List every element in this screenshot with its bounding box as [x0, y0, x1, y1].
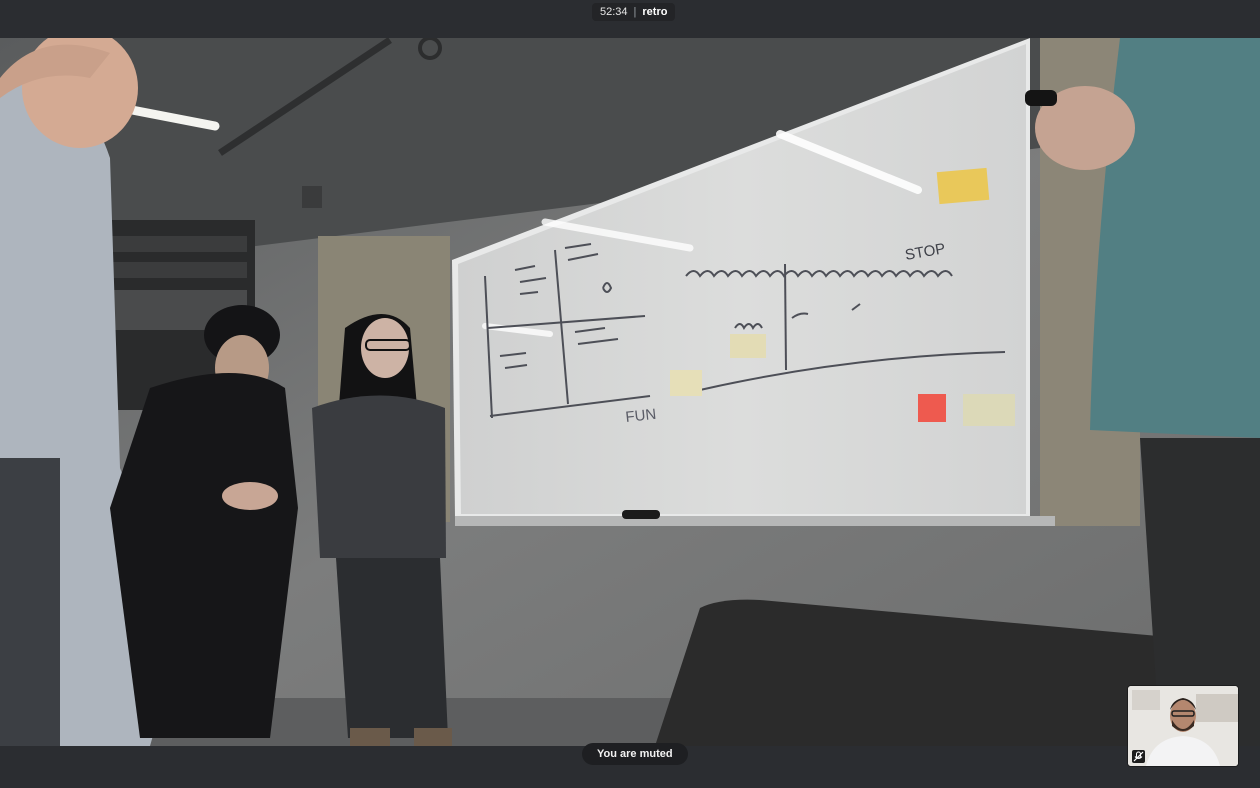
- call-info-separator: |: [633, 6, 637, 18]
- sticky-note: [936, 167, 990, 205]
- sticky-note: [730, 334, 766, 358]
- video-frame: STOP FUN: [0, 38, 1260, 746]
- self-view-video[interactable]: [1128, 686, 1238, 766]
- room-name: retro: [642, 6, 668, 18]
- muted-toast: You are muted: [582, 743, 688, 765]
- call-timer: 52:34: [600, 6, 628, 18]
- sticky-note: [670, 370, 702, 396]
- whiteboard-fun-label: FUN: [625, 406, 657, 426]
- main-video-feed: STOP FUN: [0, 38, 1260, 746]
- call-info-pill: 52:34 | retro: [592, 3, 676, 21]
- sticky-note: [963, 394, 1015, 426]
- mic-off-glyph: [1133, 751, 1144, 762]
- mic-off-icon[interactable]: [1132, 750, 1145, 763]
- sticky-note-pink: [918, 394, 946, 422]
- marker: [622, 510, 660, 519]
